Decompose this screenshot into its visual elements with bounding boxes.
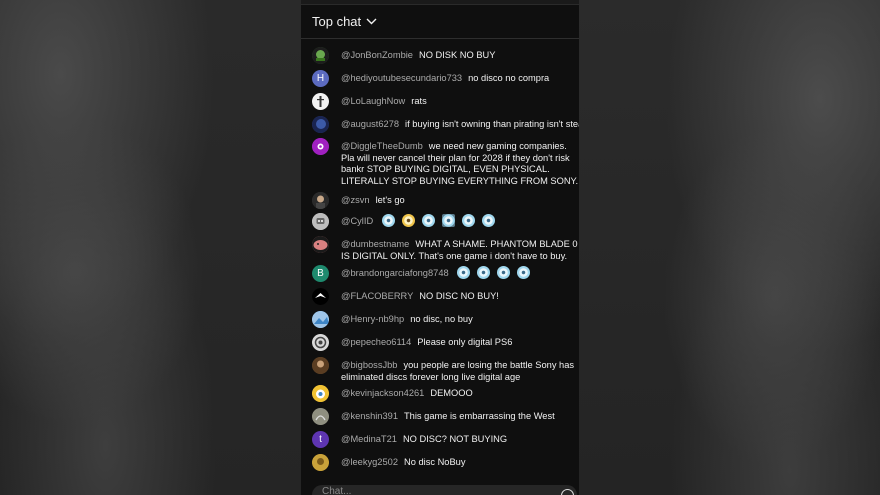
chat-message: @zsvn let's go xyxy=(312,192,579,209)
disc-emoji-icon xyxy=(477,266,491,279)
chat-message: H @hediyoutubesecundario733 no disco no c… xyxy=(312,70,579,87)
message-text: Please only digital PS6 xyxy=(417,337,513,347)
chat-message: @kenshin391 This game is embarrassing the… xyxy=(312,408,579,425)
avatar[interactable]: t xyxy=(312,431,329,448)
chat-message: @LoLaughNow rats xyxy=(312,93,579,110)
chat-message: t @MedinaT21 NO DISC? NOT BUYING xyxy=(312,431,579,448)
avatar[interactable]: B xyxy=(312,265,329,282)
avatar[interactable] xyxy=(312,192,329,209)
avatar[interactable] xyxy=(312,357,329,374)
creature-avatar-icon xyxy=(312,236,329,253)
chat-message: @JonBonZombie NO DISK NO BUY xyxy=(312,47,579,64)
avatar[interactable] xyxy=(312,408,329,425)
message-author[interactable]: @leekyg2502 xyxy=(341,457,398,467)
cartoon-avatar-icon xyxy=(312,385,329,402)
pattern-avatar-icon xyxy=(312,334,329,351)
person-avatar-icon xyxy=(312,192,329,209)
avatar[interactable] xyxy=(312,385,329,402)
portrait-avatar-icon xyxy=(312,357,329,374)
chat-input[interactable]: Chat... xyxy=(312,485,577,495)
message-author[interactable]: @pepecheo6114 xyxy=(341,337,411,347)
bird-avatar-icon xyxy=(312,288,329,305)
avatar[interactable] xyxy=(312,93,329,110)
message-text: no disc, no buy xyxy=(410,314,473,324)
message-author[interactable]: @zsvn xyxy=(341,195,370,205)
message-text: This game is embarrassing the West xyxy=(404,411,555,421)
disc-emoji-icon xyxy=(481,214,495,227)
zombie-avatar-icon xyxy=(312,47,329,64)
chat-message: @august6278 if buying isn't owning than p… xyxy=(312,116,579,133)
message-text: NO DISC NO BUY! xyxy=(419,291,499,301)
chat-message: @bigbossJbb you people are losing the bat… xyxy=(312,357,579,383)
skeleton-avatar-icon xyxy=(317,96,324,107)
blurred-background-right xyxy=(579,0,880,495)
message-text: No disc NoBuy xyxy=(404,457,466,467)
disc-emoji-icon xyxy=(517,266,531,279)
disc-emoji-icon xyxy=(441,214,455,227)
blurred-background-left xyxy=(0,0,301,495)
message-author[interactable]: @CylID xyxy=(341,216,373,226)
avatar[interactable] xyxy=(312,116,329,133)
disc-emoji-icon xyxy=(461,214,475,227)
message-author[interactable]: @brandongarciafong8748 xyxy=(341,268,449,278)
message-text: NO DISK NO BUY xyxy=(418,50,496,60)
avatar[interactable] xyxy=(312,47,329,64)
disc-emoji-icon xyxy=(457,266,471,279)
chat-message: @Henry-nb9hp no disc, no buy xyxy=(312,311,579,328)
message-author[interactable]: @hediyoutubesecundario733 xyxy=(341,73,462,83)
avatar[interactable] xyxy=(312,334,329,351)
emoji-icon[interactable] xyxy=(561,489,574,495)
robot-avatar-icon xyxy=(312,213,329,230)
photo-avatar-icon xyxy=(312,454,329,471)
avatar[interactable] xyxy=(312,236,329,253)
message-author[interactable]: @Henry-nb9hp xyxy=(341,314,404,324)
chat-message: @leekyg2502 No disc NoBuy xyxy=(312,454,579,471)
message-author[interactable]: @kenshin391 xyxy=(341,411,398,421)
message-text: if buying isn't owning than pirating isn… xyxy=(405,119,579,129)
live-chat-panel: Top chat @JonBonZombie NO DISK NO BUY H @… xyxy=(301,0,579,495)
chat-header: Top chat xyxy=(301,5,579,39)
message-author[interactable]: @bigbossJbb xyxy=(341,360,397,370)
landscape-avatar-icon xyxy=(312,311,329,328)
message-text: rats xyxy=(411,96,427,106)
message-text: let's go xyxy=(375,195,405,205)
message-author[interactable]: @FLACOBERRY xyxy=(341,291,413,301)
chat-message: @kevinjackson4261 DEMOOO xyxy=(312,385,579,402)
avatar[interactable] xyxy=(312,213,329,230)
message-author[interactable]: @MedinaT21 xyxy=(341,434,397,444)
chat-message: @DiggleTheeDumb we need new gaming compan… xyxy=(312,138,579,187)
message-author[interactable]: @dumbestname xyxy=(341,239,409,249)
sketch-avatar-icon xyxy=(312,408,329,425)
chat-message: @FLACOBERRY NO DISC NO BUY! xyxy=(312,288,579,305)
chat-message: @pepecheo6114 Please only digital PS6 xyxy=(312,334,579,351)
top-chat-dropdown[interactable]: Top chat xyxy=(312,14,377,29)
avatar[interactable] xyxy=(312,288,329,305)
message-author[interactable]: @LoLaughNow xyxy=(341,96,405,106)
disc-emoji-icon xyxy=(381,214,395,227)
disc-emoji-icon xyxy=(497,266,511,279)
avatar[interactable] xyxy=(312,311,329,328)
chat-message: @CylID xyxy=(312,213,579,230)
message-author[interactable]: @august6278 xyxy=(341,119,399,129)
message-author[interactable]: @kevinjackson4261 xyxy=(341,388,424,398)
message-author[interactable]: @DiggleTheeDumb xyxy=(341,141,423,151)
chevron-down-icon xyxy=(366,18,377,25)
face-avatar-icon xyxy=(312,138,329,155)
chat-message-list[interactable]: @JonBonZombie NO DISK NO BUY H @hediyoutu… xyxy=(301,39,579,477)
message-text: DEMOOO xyxy=(430,388,473,398)
message-text: no disco no compra xyxy=(468,73,550,83)
chat-message: @dumbestname WHAT A SHAME. PHANTOM BLADE … xyxy=(312,236,579,262)
chat-mode-label: Top chat xyxy=(312,14,362,29)
avatar[interactable]: H xyxy=(312,70,329,87)
message-text: NO DISC? NOT BUYING xyxy=(402,434,508,444)
avatar[interactable] xyxy=(312,454,329,471)
disc-emoji-icon xyxy=(401,214,415,227)
planet-avatar-icon xyxy=(312,116,329,133)
message-author[interactable]: @JonBonZombie xyxy=(341,50,413,60)
avatar[interactable] xyxy=(312,138,329,155)
chat-message: B @brandongarciafong8748 xyxy=(312,265,579,282)
disc-emoji-icon xyxy=(421,214,435,227)
